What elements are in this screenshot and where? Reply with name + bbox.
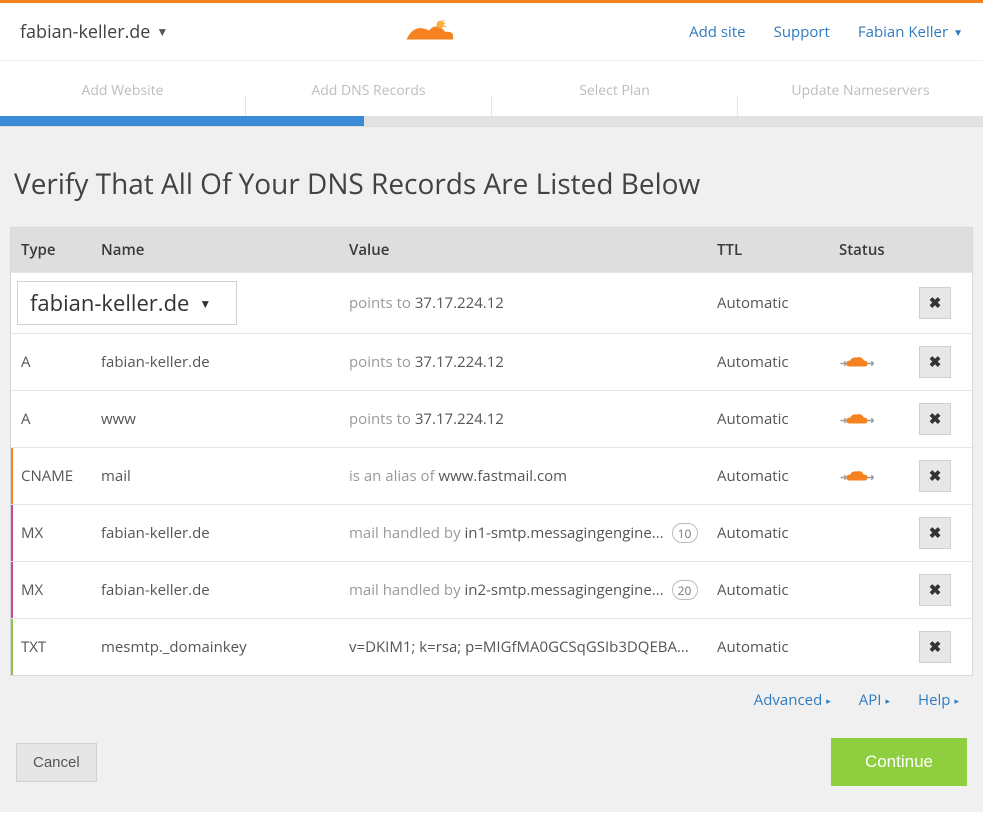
site-selector-label: fabian-keller.de xyxy=(20,20,150,44)
delete-button[interactable]: ✖ xyxy=(919,574,951,606)
dns-record-row: MXfabian-keller.demail handled by in2-sm… xyxy=(11,561,972,618)
site-selector-dropdown[interactable]: fabian-keller.de ▼ xyxy=(20,20,168,44)
dns-record-row: CNAMEmailis an alias of www.fastmail.com… xyxy=(11,447,972,504)
record-value: is an alias of www.fastmail.com xyxy=(349,466,717,486)
caret-down-icon: ▼ xyxy=(953,25,963,39)
wizard-step-select-plan: Select Plan xyxy=(492,81,737,116)
header: fabian-keller.de ▼ Add site Support Fabi… xyxy=(0,3,983,61)
caret-down-icon: ▼ xyxy=(199,295,211,312)
delete-button[interactable]: ✖ xyxy=(919,346,951,378)
action-bar: Cancel Continue xyxy=(10,716,973,792)
help-link[interactable]: Help▸ xyxy=(918,690,959,710)
api-link[interactable]: API▸ xyxy=(859,690,890,710)
delete-button[interactable]: ✖ xyxy=(919,287,951,319)
record-ttl: Automatic xyxy=(717,580,839,600)
record-status xyxy=(839,353,919,371)
record-value: v=DKIM1; k=rsa; p=MIGfMA0GCSqGSIb3DQEBA.… xyxy=(349,637,717,657)
close-icon: ✖ xyxy=(929,523,942,543)
priority-badge: 10 xyxy=(672,523,698,543)
content-area: Verify That All Of Your DNS Records Are … xyxy=(0,126,983,812)
header-right: Add site Support Fabian Keller ▼ xyxy=(689,22,963,42)
record-name: mesmtp._domainkey xyxy=(101,637,349,657)
triangle-right-icon: ▸ xyxy=(954,694,959,707)
record-ttl: Automatic xyxy=(717,352,839,372)
input-row-ttl: Automatic xyxy=(717,293,839,313)
close-icon: ✖ xyxy=(929,466,942,486)
col-header-ttl: TTL xyxy=(717,240,839,260)
close-icon: ✖ xyxy=(929,409,942,429)
close-icon: ✖ xyxy=(929,293,942,313)
wizard-progress-track xyxy=(0,116,983,126)
col-header-value: Value xyxy=(349,240,717,260)
close-icon: ✖ xyxy=(929,352,942,372)
record-name: fabian-keller.de xyxy=(101,523,349,543)
record-status xyxy=(839,410,919,428)
cloudflare-logo xyxy=(168,17,689,47)
priority-badge: 20 xyxy=(672,580,698,600)
triangle-right-icon: ▸ xyxy=(826,694,831,707)
wizard-steps: Add Website Add DNS Records Select Plan … xyxy=(0,61,983,116)
record-value: points to 37.17.224.12 xyxy=(349,352,717,372)
record-type: MX xyxy=(11,523,101,543)
dns-record-row: TXTmesmtp._domainkeyv=DKIM1; k=rsa; p=MI… xyxy=(11,618,972,675)
wizard-progress-fill xyxy=(0,116,364,126)
add-site-link[interactable]: Add site xyxy=(689,22,745,42)
dns-table-header: Type Name Value TTL Status xyxy=(11,228,972,272)
row-stripe xyxy=(11,448,13,504)
row-stripe xyxy=(11,562,13,618)
proxy-cloud-icon[interactable] xyxy=(839,353,919,371)
domain-select-value: fabian-keller.de xyxy=(30,288,189,318)
record-ttl: Automatic xyxy=(717,523,839,543)
record-ttl: Automatic xyxy=(717,409,839,429)
record-value: mail handled by in2-smtp.messagingengine… xyxy=(349,580,717,601)
close-icon: ✖ xyxy=(929,580,942,600)
record-value: mail handled by in1-smtp.messagingengine… xyxy=(349,523,717,544)
support-link[interactable]: Support xyxy=(774,22,830,42)
wizard-step-add-dns: Add DNS Records xyxy=(246,81,491,116)
record-status xyxy=(839,467,919,485)
delete-button[interactable]: ✖ xyxy=(919,460,951,492)
user-menu-label: Fabian Keller xyxy=(858,22,948,42)
record-name: www xyxy=(101,409,349,429)
continue-button[interactable]: Continue xyxy=(831,738,967,786)
col-header-name: Name xyxy=(101,240,349,260)
delete-button[interactable]: ✖ xyxy=(919,631,951,663)
dns-record-row: Awwwpoints to 37.17.224.12Automatic ✖ xyxy=(11,390,972,447)
row-stripe xyxy=(11,619,13,675)
domain-select-dropdown[interactable]: fabian-keller.de ▼ xyxy=(17,281,237,325)
record-type: MX xyxy=(11,580,101,600)
proxy-cloud-icon[interactable] xyxy=(839,410,919,428)
dns-table: Type Name Value TTL Status fabian-keller… xyxy=(10,227,973,676)
close-icon: ✖ xyxy=(929,637,942,657)
record-name: mail xyxy=(101,466,349,486)
record-value: points to 37.17.224.12 xyxy=(349,409,717,429)
proxy-cloud-icon[interactable] xyxy=(839,467,919,485)
advanced-link[interactable]: Advanced▸ xyxy=(754,690,831,710)
delete-button[interactable]: ✖ xyxy=(919,517,951,549)
table-footer-links: Advanced▸ API▸ Help▸ xyxy=(10,676,973,716)
col-header-type: Type xyxy=(11,240,101,260)
wizard-step-update-ns: Update Nameservers xyxy=(738,81,983,116)
dns-input-row: fabian-keller.de ▼ points to 37.17.224.1… xyxy=(11,272,972,333)
dns-record-row: MXfabian-keller.demail handled by in1-sm… xyxy=(11,504,972,561)
record-name: fabian-keller.de xyxy=(101,580,349,600)
record-name: fabian-keller.de xyxy=(101,352,349,372)
record-ttl: Automatic xyxy=(717,637,839,657)
dns-record-row: Afabian-keller.depoints to 37.17.224.12A… xyxy=(11,333,972,390)
record-type: A xyxy=(11,352,101,372)
user-menu-dropdown[interactable]: Fabian Keller ▼ xyxy=(858,22,963,42)
caret-down-icon: ▼ xyxy=(156,23,168,40)
col-header-status: Status xyxy=(839,240,919,260)
record-type: TXT xyxy=(11,637,101,657)
record-type: CNAME xyxy=(11,466,101,486)
record-type: A xyxy=(11,409,101,429)
row-stripe xyxy=(11,505,13,561)
wizard-step-add-website: Add Website xyxy=(0,81,245,116)
input-row-value: points to 37.17.224.12 xyxy=(349,293,717,313)
triangle-right-icon: ▸ xyxy=(885,694,890,707)
record-ttl: Automatic xyxy=(717,466,839,486)
cancel-button[interactable]: Cancel xyxy=(16,743,97,782)
delete-button[interactable]: ✖ xyxy=(919,403,951,435)
page-title: Verify That All Of Your DNS Records Are … xyxy=(10,165,973,203)
